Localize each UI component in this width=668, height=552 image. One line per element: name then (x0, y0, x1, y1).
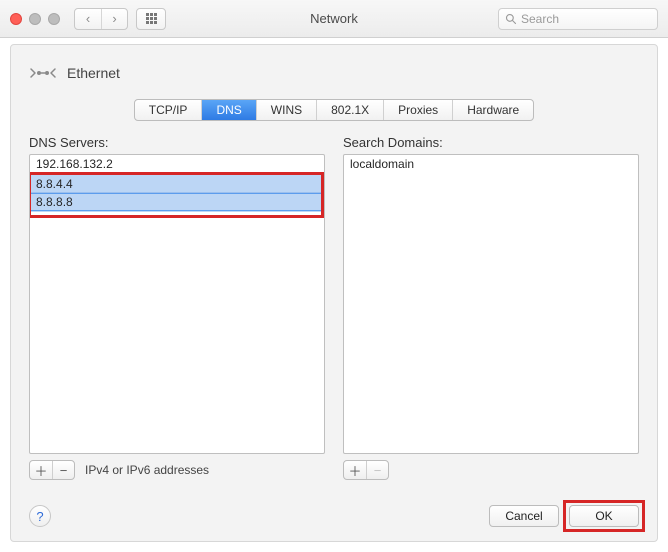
tabs: TCP/IP DNS WINS 802.1X Proxies Hardware (29, 99, 639, 121)
nav-back-forward: ‹ › (74, 8, 128, 30)
interface-header: Ethernet (29, 59, 639, 87)
domain-remove-button[interactable]: − (366, 461, 388, 479)
back-button[interactable]: ‹ (75, 9, 101, 29)
settings-sheet: Ethernet TCP/IP DNS WINS 802.1X Proxies … (10, 44, 658, 542)
zoom-window-button[interactable] (48, 13, 60, 25)
traffic-lights (10, 13, 60, 25)
titlebar: ‹ › Network Search (0, 0, 668, 38)
dns-server-row[interactable]: 8.8.4.4 (30, 174, 324, 193)
tab-tcpip[interactable]: TCP/IP (135, 100, 202, 120)
grid-icon (146, 13, 157, 24)
tab-hardware[interactable]: Hardware (452, 100, 533, 120)
minimize-window-button[interactable] (29, 13, 41, 25)
search-domains-label: Search Domains: (343, 135, 639, 150)
tab-proxies[interactable]: Proxies (383, 100, 452, 120)
dns-servers-list[interactable]: 192.168.132.2 8.8.4.4 8.8.8.8 (29, 154, 325, 454)
dns-buttons: ＋ − IPv4 or IPv6 addresses (29, 460, 325, 480)
content-columns: DNS Servers: 192.168.132.2 8.8.4.4 8.8.8… (29, 135, 639, 480)
dns-plusminus: ＋ − (29, 460, 75, 480)
dns-add-button[interactable]: ＋ (30, 461, 52, 479)
search-icon (505, 13, 517, 25)
search-placeholder: Search (521, 12, 559, 26)
dns-remove-button[interactable]: − (52, 461, 74, 479)
search-domains-list[interactable]: localdomain (343, 154, 639, 454)
tab-wins[interactable]: WINS (256, 100, 316, 120)
show-all-button[interactable] (136, 8, 166, 30)
search-domain-row[interactable]: localdomain (344, 155, 638, 174)
dns-servers-column: DNS Servers: 192.168.132.2 8.8.4.4 8.8.8… (29, 135, 325, 480)
domains-plusminus: ＋ − (343, 460, 389, 480)
dns-hint: IPv4 or IPv6 addresses (85, 463, 209, 477)
tab-dns[interactable]: DNS (201, 100, 255, 120)
tab-8021x[interactable]: 802.1X (316, 100, 383, 120)
dns-servers-label: DNS Servers: (29, 135, 325, 150)
search-domains-column: Search Domains: localdomain ＋ − (343, 135, 639, 480)
cancel-button[interactable]: Cancel (489, 505, 559, 527)
close-window-button[interactable] (10, 13, 22, 25)
interface-name: Ethernet (67, 65, 120, 81)
ethernet-icon (29, 59, 57, 87)
dns-server-row-editing[interactable]: 8.8.8.8 (30, 193, 324, 212)
forward-button[interactable]: › (101, 9, 127, 29)
search-field[interactable]: Search (498, 8, 658, 30)
ok-button[interactable]: OK (569, 505, 639, 527)
help-icon: ? (36, 509, 43, 524)
domains-buttons: ＋ − (343, 460, 639, 480)
domain-add-button[interactable]: ＋ (344, 461, 366, 479)
dns-server-row[interactable]: 192.168.132.2 (30, 155, 324, 174)
footer: ? Cancel OK (29, 505, 639, 527)
help-button[interactable]: ? (29, 505, 51, 527)
